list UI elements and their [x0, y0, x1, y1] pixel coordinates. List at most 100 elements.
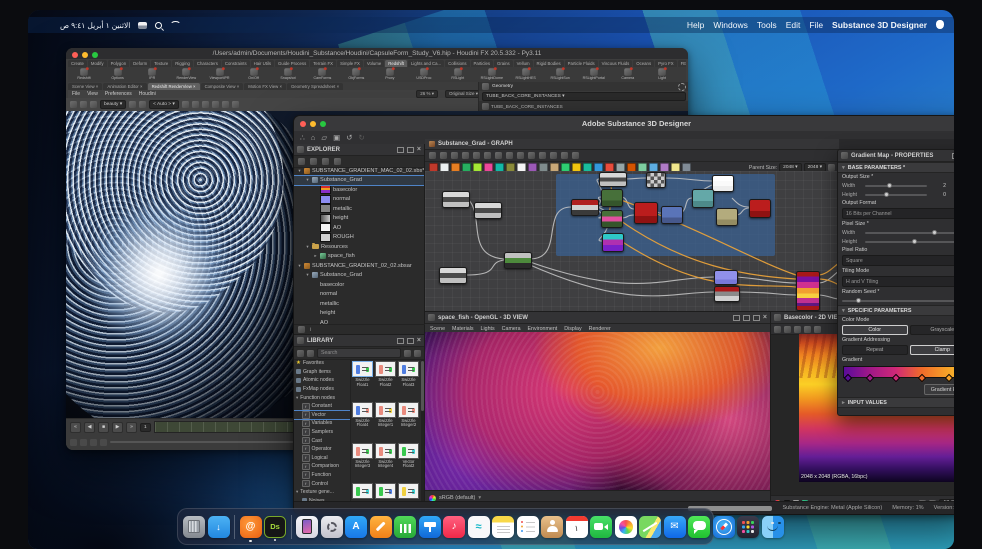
region-icon[interactable] — [202, 101, 209, 108]
shelf-tab-viscous-fluids[interactable]: Viscous Fluids — [599, 60, 633, 67]
graph-node[interactable] — [646, 172, 666, 188]
substance-title-bar[interactable]: Adobe Substance 3D Designer — [294, 116, 954, 131]
graph-tool-icon[interactable] — [495, 152, 502, 159]
info-icon[interactable]: i — [310, 327, 311, 333]
float-panel-icon[interactable] — [397, 338, 404, 344]
tree-caret[interactable]: ▾ — [305, 177, 310, 183]
view3d-menu-camera[interactable]: Camera — [502, 326, 521, 332]
dock-item-numbers[interactable] — [394, 516, 416, 538]
pixel-ratio-select[interactable]: Square▾ — [842, 255, 954, 266]
graph-node[interactable] — [601, 189, 623, 207]
graph-node[interactable] — [716, 208, 738, 226]
graph-tool-icon[interactable] — [429, 152, 436, 159]
shelf-tool-proxy[interactable]: Proxy — [374, 67, 406, 82]
undo-icon[interactable]: ↺ — [346, 133, 352, 142]
open-folder-icon[interactable]: ▱ — [321, 133, 327, 142]
explorer-item-normal[interactable]: normal — [294, 195, 424, 205]
menu-item-file[interactable]: File — [809, 20, 823, 30]
graph-tool-icon[interactable] — [484, 152, 491, 159]
graph-node[interactable] — [796, 271, 820, 311]
grid-icon[interactable] — [814, 326, 821, 333]
output-format-select[interactable]: 16 Bits per Channel▾ — [842, 208, 954, 219]
graph-node[interactable] — [474, 202, 502, 219]
menu-item-edit[interactable]: Edit — [786, 20, 801, 30]
library-category-function[interactable]: fFunction — [294, 471, 350, 480]
close-button[interactable] — [72, 52, 78, 58]
shelf-tool-viewportipr[interactable]: ViewportIPR — [204, 67, 236, 82]
explorer-item-height[interactable]: height — [294, 214, 424, 224]
play-button[interactable]: ▶ — [112, 422, 123, 433]
camera-select[interactable]: < Auto > ▾ — [149, 100, 179, 109]
save-icon[interactable] — [784, 326, 791, 333]
graph-node[interactable] — [439, 267, 467, 284]
maximize-panel-icon[interactable] — [753, 315, 760, 321]
render-pass-select[interactable]: beauty ▾ — [100, 100, 126, 109]
library-category-graph-items[interactable]: Graph items — [294, 368, 350, 377]
shelf-tab-vellum[interactable]: Vellum — [514, 60, 533, 67]
filter-icon[interactable] — [298, 326, 305, 333]
grid-icon[interactable] — [192, 101, 199, 108]
shelf-tab-oceans[interactable]: Oceans — [633, 60, 654, 67]
graph-tool-icon[interactable] — [561, 152, 568, 159]
color-mode-grayscale[interactable]: Grayscale — [910, 325, 955, 335]
base-parameters-section[interactable]: BASE PARAMETERS * — [848, 165, 905, 171]
library-category-atomic-nodes[interactable]: Atomic nodes — [294, 376, 350, 385]
history-icon[interactable] — [828, 164, 835, 171]
save-icon[interactable]: ▣ — [333, 133, 340, 142]
graph-node[interactable] — [661, 206, 683, 224]
zoom-button[interactable] — [92, 52, 98, 58]
save-icon[interactable] — [298, 158, 305, 165]
shelf-tab-modify[interactable]: Modify — [88, 60, 107, 67]
graph-tool-icon[interactable] — [539, 152, 546, 159]
library-category-constant[interactable]: fConstant — [294, 402, 350, 411]
minimize-button[interactable] — [310, 121, 316, 127]
crop-icon[interactable] — [139, 101, 146, 108]
graph-node[interactable] — [442, 191, 470, 208]
shelf-tool-on-off[interactable]: On/Off — [238, 67, 270, 82]
snapshot-icon[interactable] — [80, 101, 87, 108]
geometry-node-select[interactable]: TUBE_BACK_CORE_INSTANCES ▾ — [482, 92, 686, 101]
library-edit-icon[interactable] — [307, 350, 314, 357]
library-item-swizzle-float2[interactable]: Swizzle Float2 — [375, 361, 396, 400]
library-item-swizzle-integer2[interactable]: Swizzle Integer2 — [398, 402, 419, 441]
dock-item-appstore[interactable] — [345, 516, 367, 538]
minimize-button[interactable] — [82, 52, 88, 58]
dock-item-photos[interactable] — [615, 516, 637, 538]
addressing-repeat[interactable]: Repeat — [842, 345, 908, 355]
view3d-menu-scene[interactable]: Scene — [430, 326, 445, 332]
clock[interactable]: الاثنين ١ أبريل ٩:٤١ ص — [60, 21, 130, 30]
dock-item-substance[interactable] — [264, 516, 286, 538]
library-category-vector[interactable]: fVector — [294, 411, 350, 420]
dock-item-music[interactable] — [443, 516, 465, 538]
library-category-comparison[interactable]: fComparison — [294, 462, 350, 471]
shelf-tab-simple-fx[interactable]: Simple FX — [337, 60, 363, 67]
graph-canvas[interactable] — [425, 171, 839, 311]
library-category-control[interactable]: fControl — [294, 479, 350, 488]
publish-icon[interactable] — [310, 158, 317, 165]
pane-menu-view[interactable]: View — [87, 91, 98, 97]
redo-icon[interactable]: ↻ — [358, 133, 364, 142]
shelf-tab-terrain-fx[interactable]: Terrain FX — [310, 60, 336, 67]
dock-item-finder[interactable] — [762, 516, 784, 538]
pane-tab-redshift-renderview[interactable]: Redshift RenderView × — [148, 83, 200, 90]
float-panel-icon[interactable] — [397, 147, 404, 153]
graph-tool-icon[interactable] — [440, 152, 447, 159]
renderview-zoom-select[interactable]: 26 % ▾ — [416, 90, 438, 98]
close-panel-icon[interactable]: × — [417, 148, 421, 152]
shelf-tab-few[interactable]: FEW — [678, 60, 686, 67]
explorer-item-ao[interactable]: AO — [294, 223, 424, 233]
maximize-panel-icon[interactable] — [407, 147, 414, 153]
explorer-item-substance-gradient-mac-02-02-sbs-[interactable]: ▾SUBSTANCE_GRADIENT_MAC_02_02.sbs* — [294, 166, 424, 176]
pane-tab-scene-view[interactable]: Scene View × — [68, 83, 102, 90]
tiling-icon[interactable] — [804, 326, 811, 333]
shelf-tab-grains[interactable]: Grains — [494, 60, 513, 67]
graph-node[interactable] — [601, 210, 623, 228]
dock-item-settings[interactable] — [321, 516, 343, 538]
dock-item-facetime[interactable] — [590, 516, 612, 538]
home-icon[interactable]: ⌂ — [311, 133, 316, 142]
print-icon[interactable] — [129, 101, 136, 108]
shelf-tool-rslightsun[interactable]: RSLightSun — [544, 67, 576, 82]
pixel-height-slider[interactable] — [865, 241, 954, 243]
pane-menu-houdini[interactable]: Houdini — [139, 91, 156, 97]
shelf-tab-deform[interactable]: Deform — [130, 60, 150, 67]
